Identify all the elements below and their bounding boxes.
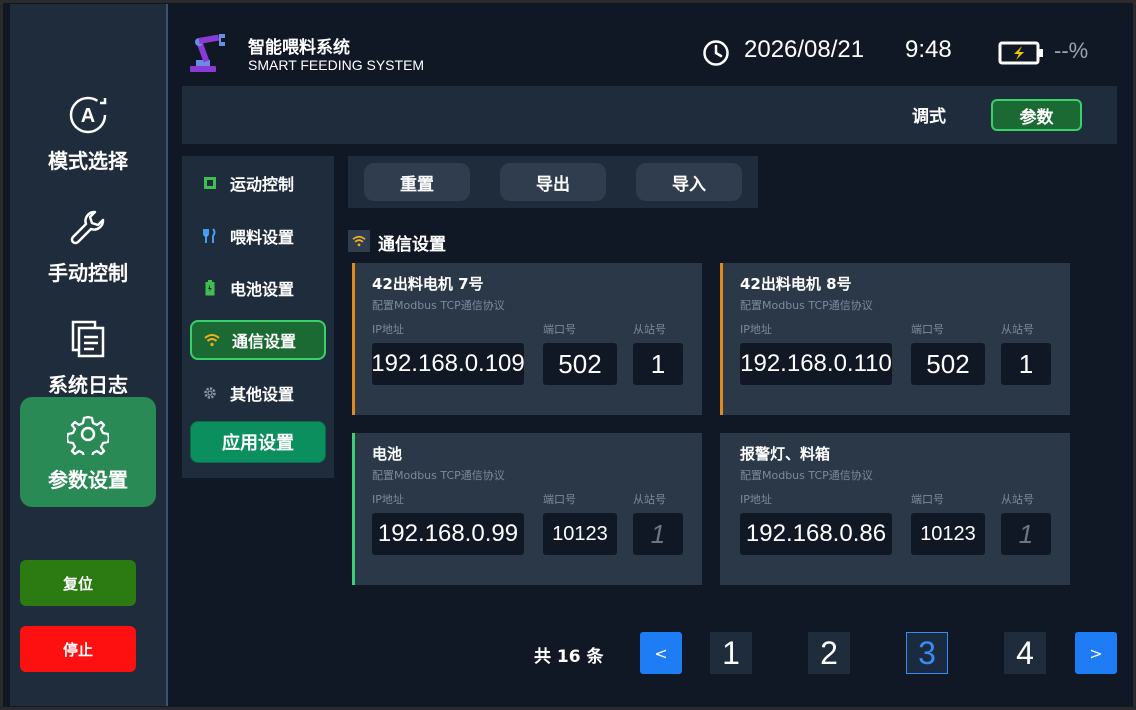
submenu-label: 电池设置: [230, 280, 295, 299]
ip-input[interactable]: 192.168.0.110: [740, 343, 892, 385]
comm-card: 42出料电机 8号 配置Modbus TCP通信协议 IP地址 端口号 从站号 …: [720, 263, 1070, 415]
reset-config-button[interactable]: 重置: [364, 163, 470, 201]
submenu-label: 通信设置: [232, 332, 297, 351]
nav-item-mode-select[interactable]: A 模式选择: [20, 78, 156, 188]
section-title: 通信设置: [378, 235, 446, 255]
ip-input[interactable]: 192.168.0.109: [371, 343, 525, 385]
card-title: 42出料电机 7号: [372, 275, 484, 293]
nav-label-mode-select: 模式选择: [48, 148, 128, 173]
card-title: 电池: [372, 445, 403, 463]
slave-input[interactable]: 1: [633, 513, 683, 555]
port-label: 端口号: [911, 323, 944, 336]
port-input[interactable]: 502: [543, 343, 617, 385]
slave-label: 从站号: [633, 323, 666, 336]
prev-page-button[interactable]: <: [640, 632, 682, 674]
slave-label: 从站号: [1001, 493, 1034, 506]
submenu-item-comm-settings[interactable]: 通信设置: [190, 320, 326, 360]
export-button[interactable]: 导出: [500, 163, 606, 201]
robot-arm-logo-icon: [186, 30, 232, 76]
port-input[interactable]: 10123: [543, 513, 617, 555]
card-description: 配置Modbus TCP通信协议: [740, 299, 873, 312]
wifi-icon: [348, 230, 370, 252]
page-button-1[interactable]: 1: [710, 632, 752, 674]
submenu-item-battery-settings[interactable]: 电池设置: [190, 268, 326, 308]
card-description: 配置Modbus TCP通信协议: [740, 469, 873, 482]
nav-item-param-settings[interactable]: 参数设置: [20, 397, 156, 507]
feed-icon: [202, 228, 218, 244]
gear-icon: [202, 385, 218, 401]
ip-label: IP地址: [372, 323, 404, 336]
nav-label-manual-control: 手动控制: [48, 260, 128, 285]
submenu-label: 运动控制: [230, 175, 295, 194]
log-icon: [66, 317, 110, 361]
port-label: 端口号: [543, 323, 576, 336]
page-button-2[interactable]: 2: [808, 632, 850, 674]
card-accent: [352, 263, 355, 415]
ip-input[interactable]: 192.168.0.99: [372, 513, 524, 555]
ip-label: IP地址: [740, 323, 772, 336]
stop-button[interactable]: 停止: [20, 626, 136, 672]
wifi-icon: [204, 332, 220, 348]
mode-bar: [182, 86, 1117, 144]
slave-input[interactable]: 1: [1001, 513, 1051, 555]
gear-icon: [66, 412, 110, 456]
current-date: 2026/08/21: [744, 36, 865, 63]
slave-input[interactable]: 1: [1001, 343, 1051, 385]
mode-debug-button[interactable]: 调式: [912, 102, 946, 127]
slave-label: 从站号: [1001, 323, 1034, 336]
page-button-4[interactable]: 4: [1004, 632, 1046, 674]
submenu-item-feed-settings[interactable]: 喂料设置: [190, 216, 326, 256]
import-button[interactable]: 导入: [636, 163, 742, 201]
card-title: 报警灯、料箱: [740, 445, 831, 463]
slave-label: 从站号: [633, 493, 666, 506]
card-accent: [720, 263, 723, 415]
submenu-label: 喂料设置: [230, 228, 295, 247]
nav-item-manual-control[interactable]: 手动控制: [20, 190, 156, 300]
card-accent: [352, 433, 355, 585]
svg-text:A: A: [81, 105, 95, 127]
page-button-3[interactable]: 3: [906, 632, 948, 674]
battery-icon: [202, 280, 218, 296]
ip-label: IP地址: [372, 493, 404, 506]
card-description: 配置Modbus TCP通信协议: [372, 469, 505, 482]
submenu-item-motion-control[interactable]: 运动控制: [190, 163, 326, 203]
comm-card: 42出料电机 7号 配置Modbus TCP通信协议 IP地址 端口号 从站号 …: [352, 263, 702, 415]
chip-icon: [202, 175, 218, 191]
clock-icon: [702, 39, 730, 67]
battery-charging-icon: [998, 40, 1046, 66]
reset-button[interactable]: 复位: [20, 560, 136, 606]
ip-input[interactable]: 192.168.0.86: [740, 513, 892, 555]
submenu-item-other-settings[interactable]: 其他设置: [190, 373, 326, 413]
nav-item-system-log[interactable]: 系统日志: [20, 302, 156, 412]
nav-label-param-settings: 参数设置: [48, 467, 128, 492]
port-input[interactable]: 10123: [911, 513, 985, 555]
port-label: 端口号: [543, 493, 576, 506]
battery-level: --%: [1054, 38, 1089, 63]
total-count: 共 16 条: [534, 647, 604, 667]
next-page-button[interactable]: >: [1075, 632, 1117, 674]
mode-param-button[interactable]: 参数: [991, 99, 1082, 131]
comm-card: 电池 配置Modbus TCP通信协议 IP地址 端口号 从站号 192.168…: [352, 433, 702, 585]
app-title: 智能喂料系统: [248, 38, 350, 58]
app-subtitle: SMART FEEDING SYSTEM: [248, 57, 425, 73]
wrench-icon: [66, 205, 110, 249]
submenu-label: 其他设置: [230, 385, 295, 404]
card-description: 配置Modbus TCP通信协议: [372, 299, 505, 312]
ip-label: IP地址: [740, 493, 772, 506]
mode-select-icon: A: [66, 93, 110, 137]
comm-card: 报警灯、料箱 配置Modbus TCP通信协议 IP地址 端口号 从站号 192…: [720, 433, 1070, 585]
current-time: 9:48: [905, 36, 952, 63]
nav-label-system-log: 系统日志: [48, 372, 128, 397]
apply-settings-button[interactable]: 应用设置: [190, 421, 326, 463]
slave-input[interactable]: 1: [633, 343, 683, 385]
port-label: 端口号: [911, 493, 944, 506]
port-input[interactable]: 502: [911, 343, 985, 385]
card-title: 42出料电机 8号: [740, 275, 852, 293]
